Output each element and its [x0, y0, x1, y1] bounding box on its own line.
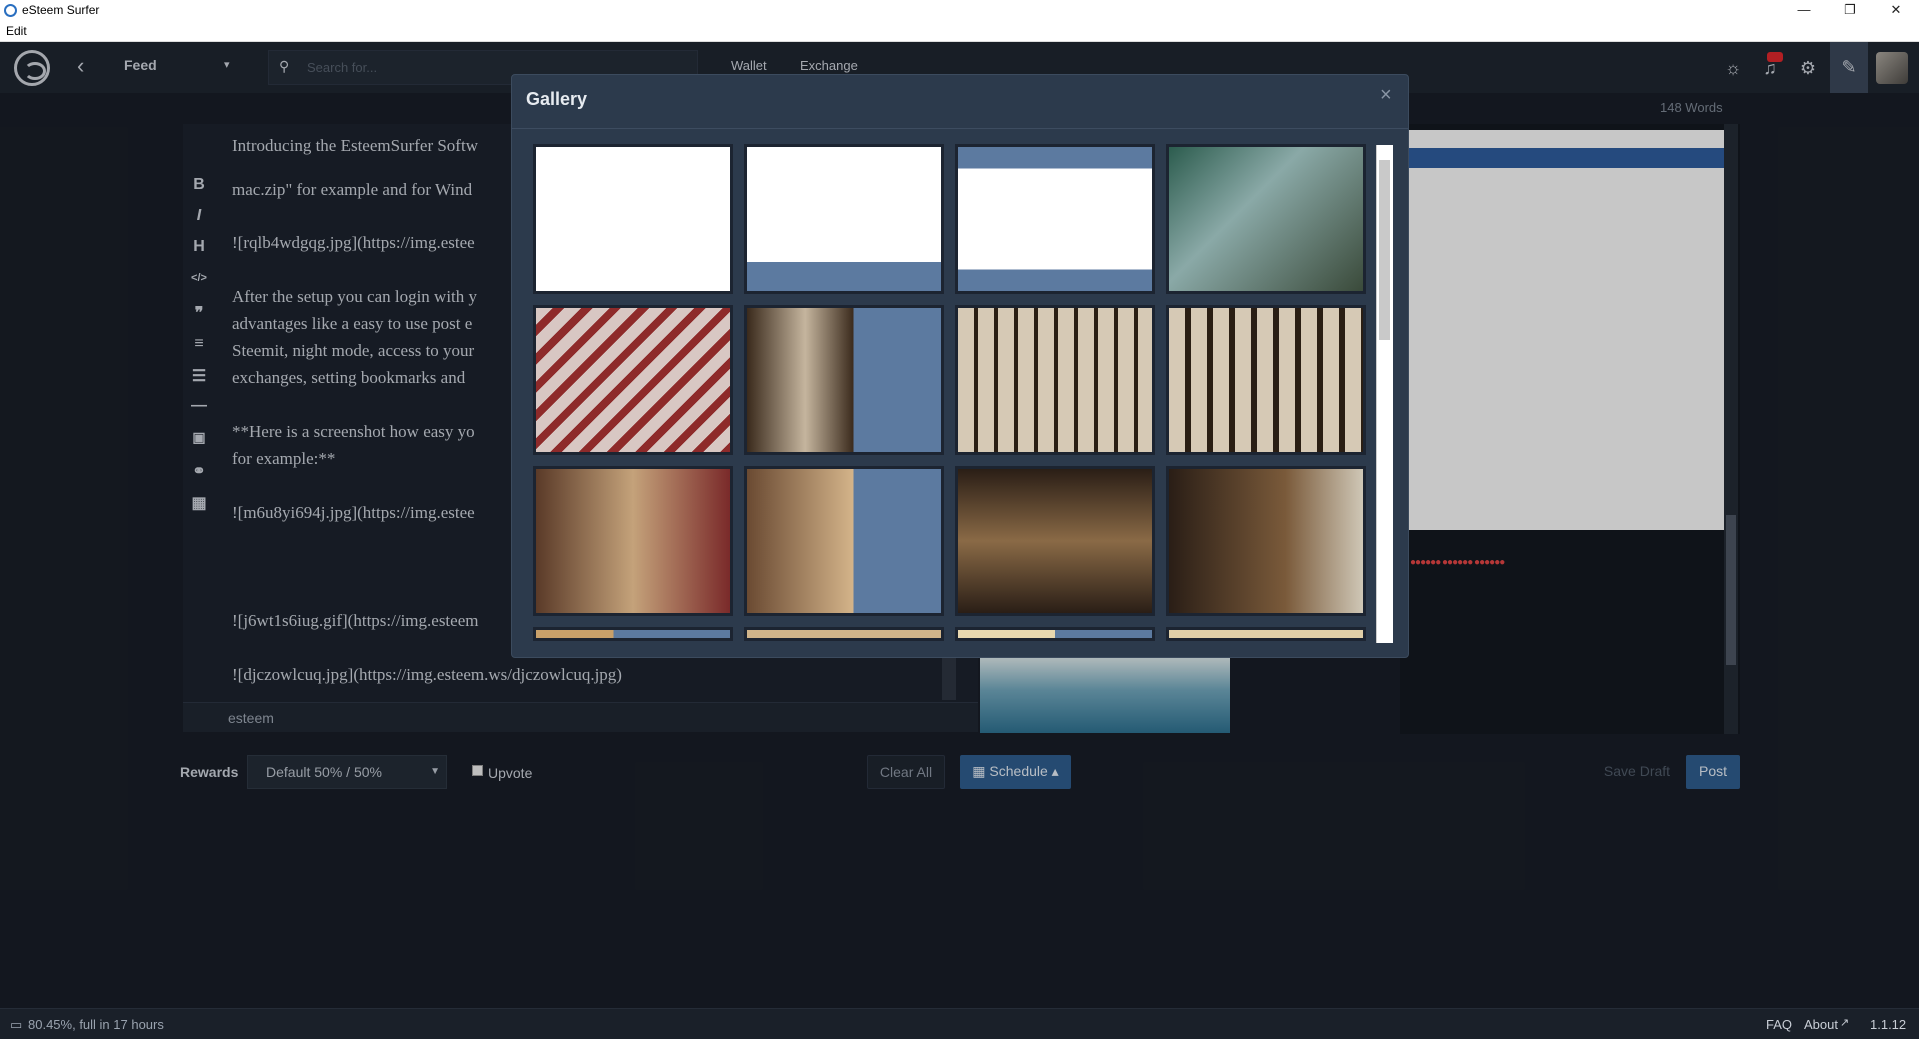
gallery-thumbnail-image — [1169, 630, 1363, 638]
gallery-divider — [511, 128, 1409, 129]
gallery-thumbnail-image — [747, 630, 941, 638]
gallery-thumbnail-image — [747, 147, 941, 291]
status-bar: ▭ 80.45%, full in 17 hours FAQ About ↗ 1… — [0, 1008, 1919, 1039]
maximize-button[interactable]: ❐ — [1827, 0, 1873, 21]
gallery-image-tile[interactable] — [955, 144, 1155, 294]
gallery-thumbnail-image — [536, 469, 730, 613]
gallery-image-tile[interactable] — [533, 466, 733, 616]
gallery-title: Gallery — [526, 89, 588, 109]
gallery-thumbnail-image — [958, 147, 1152, 291]
window-title: eSteem Surfer — [22, 3, 100, 17]
gallery-thumbnail-image — [958, 630, 1152, 638]
gallery-thumbnail-image — [536, 630, 730, 638]
gallery-thumbnail-image — [747, 308, 941, 452]
gallery-image-tile[interactable] — [1166, 627, 1366, 641]
gallery-image-tile[interactable] — [1166, 305, 1366, 455]
app-icon — [4, 4, 17, 17]
close-window-button[interactable]: ✕ — [1873, 0, 1919, 21]
gallery-image-tile[interactable] — [744, 627, 944, 641]
gallery-image-tile[interactable] — [1166, 144, 1366, 294]
gallery-scroll-thumb[interactable] — [1379, 160, 1390, 340]
window-titlebar: eSteem Surfer — ❐ ✕ — [0, 0, 1919, 21]
battery-status: 80.45%, full in 17 hours — [28, 1017, 164, 1032]
gallery-thumbnail-image — [1169, 147, 1363, 291]
minimize-button[interactable]: — — [1781, 0, 1827, 21]
gallery-image-tile[interactable] — [744, 305, 944, 455]
battery-icon: ▭ — [10, 1017, 23, 1032]
version: 1.1.12 — [1870, 1017, 1907, 1032]
gallery-image-tile[interactable] — [955, 627, 1155, 641]
gallery-thumbnail-image — [536, 147, 730, 291]
gallery-image-tile[interactable] — [955, 466, 1155, 616]
close-icon[interactable]: × — [1380, 84, 1392, 107]
faq-link[interactable]: FAQ — [1766, 1017, 1792, 1032]
gallery-image-tile[interactable] — [744, 144, 944, 294]
gallery-image-tile[interactable] — [533, 144, 733, 294]
gallery-thumbnail-image — [958, 469, 1152, 613]
gallery-image-tile[interactable] — [955, 305, 1155, 455]
gallery-thumbnail-image — [958, 308, 1152, 452]
gallery-image-tile[interactable] — [533, 627, 733, 641]
gallery-thumbnail-image — [1169, 308, 1363, 452]
gallery-image-tile[interactable] — [744, 466, 944, 616]
external-link-icon: ↗ — [1840, 1017, 1850, 1029]
gallery-thumbnail-image — [747, 469, 941, 613]
menu-edit[interactable]: Edit — [6, 24, 27, 38]
gallery-image-tile[interactable] — [533, 305, 733, 455]
about-link[interactable]: About — [1804, 1017, 1838, 1032]
gallery-image-tile[interactable] — [1166, 466, 1366, 616]
gallery-thumbnail-image — [1169, 469, 1363, 613]
menu-bar: Edit — [0, 21, 1919, 42]
gallery-thumbnail-image — [536, 308, 730, 452]
